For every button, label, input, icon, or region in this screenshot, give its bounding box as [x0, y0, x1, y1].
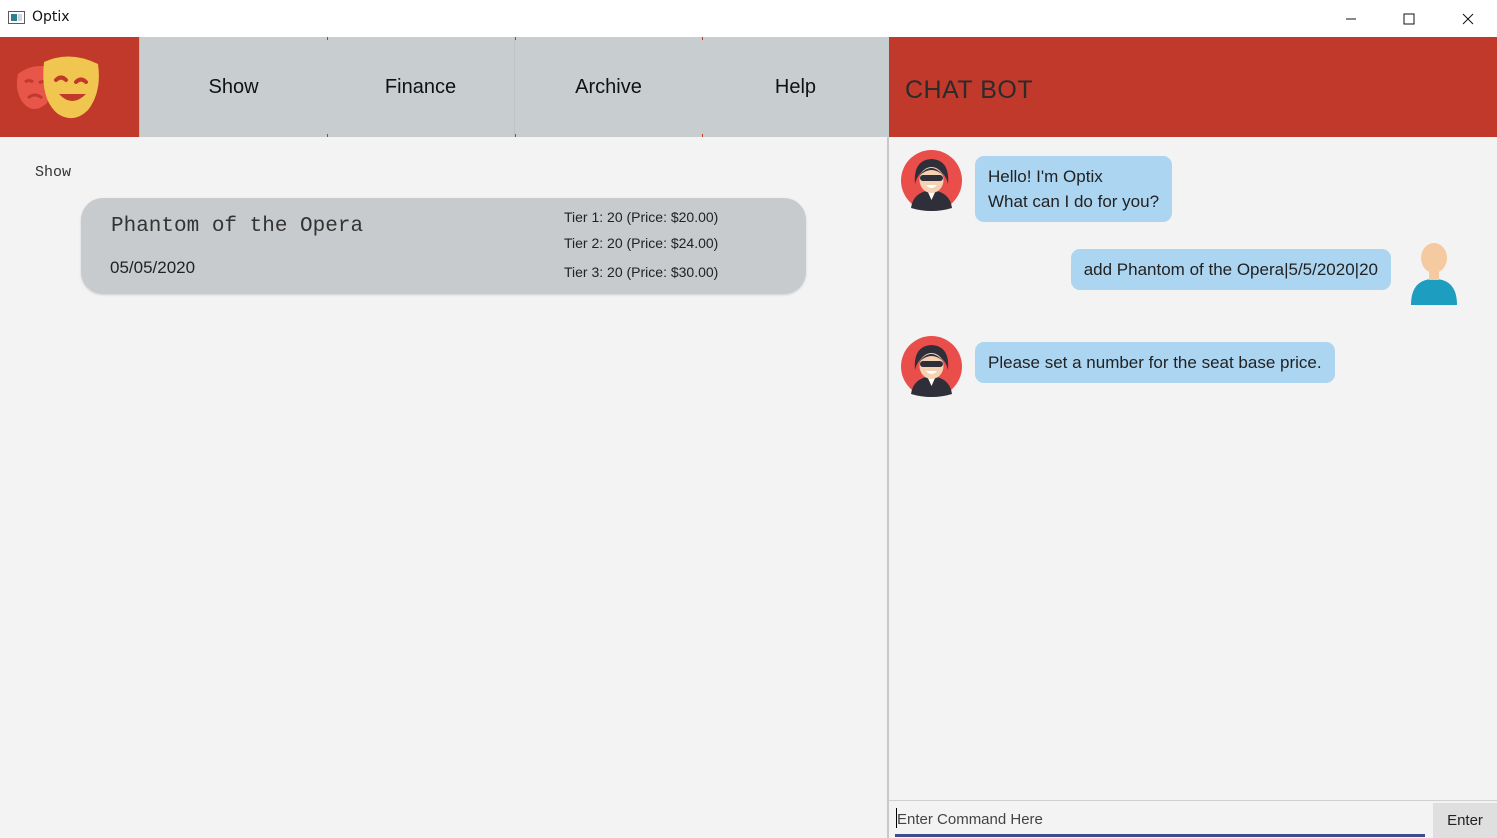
user-avatar-icon: [1411, 243, 1457, 305]
bot-message-bubble: Hello! I'm Optix What can I do for you?: [975, 156, 1173, 222]
app-icon: [8, 11, 25, 24]
bot-message-line: What can I do for you?: [988, 192, 1160, 211]
user-message-bubble: add Phantom of the Opera|5/5/2020|20: [1070, 249, 1391, 290]
window-titlebar: Optix: [0, 0, 1497, 37]
show-card[interactable]: Phantom of the Opera 05/05/2020 Tier 1: …: [81, 198, 806, 294]
maximize-button[interactable]: [1380, 0, 1438, 37]
window-title: Optix: [32, 9, 70, 25]
tier-2-info: Tier 2: 20 (Price: $24.00): [564, 235, 719, 251]
close-button[interactable]: [1439, 0, 1497, 37]
chat-bot-title: CHAT BOT: [905, 76, 1034, 104]
minimize-button[interactable]: [1322, 0, 1380, 37]
bot-message-line: Please set a number for the seat base pr…: [988, 353, 1322, 372]
maximize-icon: [1403, 13, 1415, 24]
enter-button[interactable]: Enter: [1433, 803, 1497, 838]
show-name: Phantom of the Opera: [111, 215, 364, 238]
tab-archive[interactable]: Archive: [514, 37, 702, 137]
close-icon: [1462, 13, 1474, 24]
section-title: Show: [35, 164, 72, 181]
theater-masks-icon: [16, 56, 99, 119]
tab-finance[interactable]: Finance: [327, 37, 514, 137]
tab-help[interactable]: Help: [702, 37, 889, 137]
command-bar: [889, 800, 1497, 838]
user-message-line: add Phantom of the Opera|5/5/2020|20: [1083, 260, 1378, 279]
tier-3-info: Tier 3: 20 (Price: $30.00): [564, 264, 719, 280]
bot-message-line: Hello! I'm Optix: [988, 167, 1103, 186]
minimize-icon: [1346, 18, 1356, 19]
tier-1-info: Tier 1: 20 (Price: $20.00): [564, 209, 719, 225]
command-input[interactable]: [895, 805, 1425, 837]
bot-avatar-icon: [901, 336, 962, 397]
bot-avatar-icon: [901, 150, 962, 211]
text-caret: [896, 808, 897, 828]
chat-panel: Hello! I'm Optix What can I do for you? …: [889, 137, 1497, 800]
bot-message-bubble: Please set a number for the seat base pr…: [975, 342, 1335, 383]
show-date: 05/05/2020: [110, 258, 196, 277]
main-nav: Show Finance Archive Help: [139, 37, 889, 137]
show-panel: Show Phantom of the Opera 05/05/2020 Tie…: [0, 137, 888, 838]
tab-show[interactable]: Show: [140, 37, 327, 137]
